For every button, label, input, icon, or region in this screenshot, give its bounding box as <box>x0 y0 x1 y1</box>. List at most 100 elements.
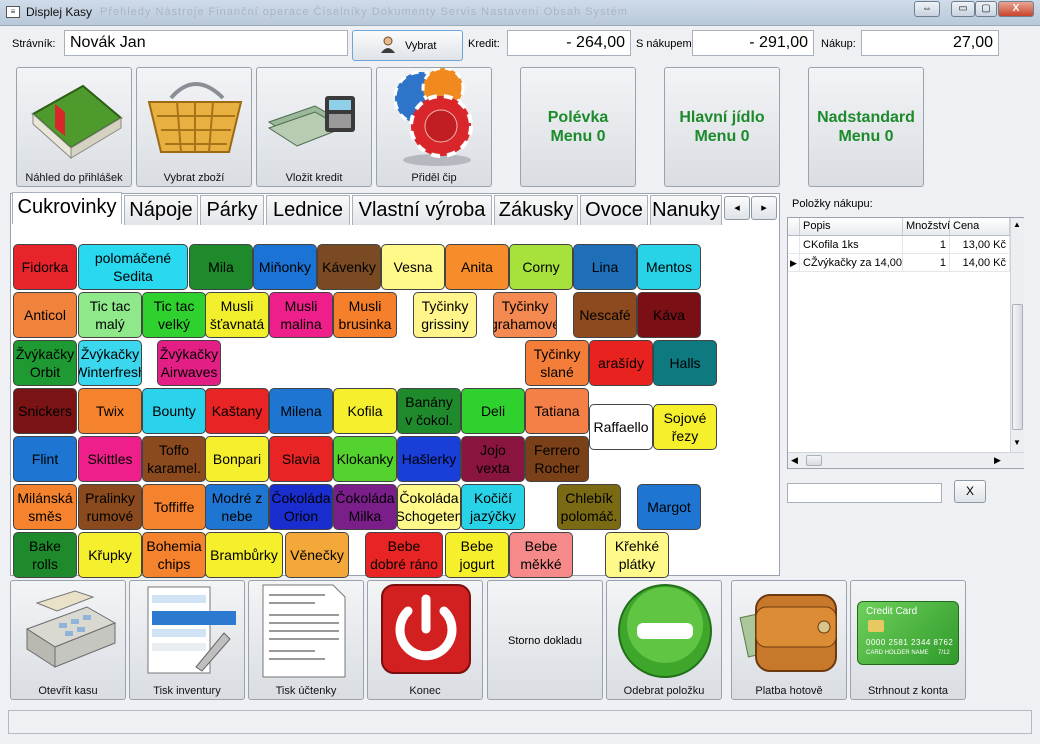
product-button[interactable]: Brambůrky <box>205 532 283 578</box>
item-cena[interactable]: 13,00 Kč <box>950 236 1010 254</box>
nahled-tile[interactable]: Náhled do přihlášek <box>16 67 132 187</box>
product-button[interactable]: Kávenky <box>317 244 381 290</box>
col-cena[interactable]: Cena <box>950 218 1010 236</box>
product-button[interactable]: Bebe jogurt <box>445 532 509 578</box>
product-button[interactable]: Klokanky <box>333 436 397 482</box>
scroll-up-icon[interactable]: ▲ <box>1013 220 1021 229</box>
product-button[interactable]: Vesna <box>381 244 445 290</box>
grid-hscrollbar[interactable]: ◀ ▶ <box>788 452 1024 468</box>
product-button[interactable]: Hašlerky <box>397 436 461 482</box>
product-button[interactable]: Bebe měkké <box>509 532 573 578</box>
product-button[interactable]: Tyčinky grahamové <box>493 292 557 338</box>
product-button[interactable]: Čokoláda Orion <box>269 484 333 530</box>
tab-vlastni-vyroba[interactable]: Vlastní výroba <box>352 195 492 225</box>
product-button[interactable]: Musli šťavnatá <box>205 292 269 338</box>
product-button[interactable]: Fidorka <box>13 244 77 290</box>
hscroll-thumb[interactable] <box>806 455 822 466</box>
strhnout-tile[interactable]: Credit Card 0000 2581 2344 8762 CARD HOL… <box>850 580 966 700</box>
product-button[interactable]: Milánská směs <box>13 484 77 530</box>
product-button[interactable]: Deli <box>461 388 525 434</box>
product-button[interactable]: Sojové řezy <box>653 404 717 450</box>
item-mnozstvi[interactable]: 1 <box>903 254 950 272</box>
product-button[interactable]: Toffiffe <box>142 484 206 530</box>
product-button[interactable]: Kaštany <box>205 388 269 434</box>
tisk-inventury-tile[interactable]: Tisk inventury <box>129 580 245 700</box>
product-button[interactable]: Snickers <box>13 388 77 434</box>
product-button[interactable]: Corny <box>509 244 573 290</box>
product-button[interactable]: Modré z nebe <box>205 484 269 530</box>
vlozit-kredit-tile[interactable]: Vložit kredit <box>256 67 372 187</box>
nadstandard-tile[interactable]: Nadstandard Menu 0 <box>808 67 924 187</box>
product-button[interactable]: Mentos <box>637 244 701 290</box>
product-button[interactable]: Margot <box>637 484 701 530</box>
storno-tile[interactable]: Storno dokladu <box>487 580 603 700</box>
product-button[interactable]: Čokoláda Milka <box>333 484 397 530</box>
product-button[interactable]: Věnečky <box>285 532 349 578</box>
tab-nanuky[interactable]: Nanuky <box>650 195 722 225</box>
product-button[interactable]: Bounty <box>142 388 206 434</box>
product-button[interactable]: Musli malina <box>269 292 333 338</box>
odebrat-tile[interactable]: Odebrat položku <box>606 580 722 700</box>
restore-icon[interactable]: ⇔ <box>914 1 940 17</box>
product-button[interactable]: Bebe dobré ráno <box>365 532 443 578</box>
maximize-button[interactable]: ▢ <box>975 1 997 17</box>
tab-parky[interactable]: Párky <box>200 195 264 225</box>
minimize-button[interactable]: ▭ <box>951 1 975 17</box>
konec-tile[interactable]: Konec <box>367 580 483 700</box>
product-button[interactable]: Tic tac malý <box>78 292 142 338</box>
vybrat-button[interactable]: Vybrat <box>352 30 463 61</box>
grid-vscrollbar[interactable]: ▲ ▼ <box>1010 218 1024 452</box>
clear-button[interactable]: X <box>954 480 986 503</box>
scroll-left-icon[interactable]: ◀ <box>791 455 798 466</box>
product-button[interactable]: Pralinky rumové <box>78 484 142 530</box>
col-popis[interactable]: Popis <box>800 218 903 236</box>
product-button[interactable]: Kočičí jazýčky <box>461 484 525 530</box>
product-button[interactable]: Žvýkačky Airwaves <box>157 340 221 386</box>
product-button[interactable]: Ferrero Rocher <box>525 436 589 482</box>
product-button[interactable]: Tatiana <box>525 388 589 434</box>
product-button[interactable]: Tic tac velký <box>142 292 206 338</box>
menu-bar-hint[interactable]: Přehledy Nástroje Finanční operace Čísel… <box>100 6 628 18</box>
scroll-down-icon[interactable]: ▼ <box>1013 438 1021 447</box>
row-marker[interactable] <box>788 236 800 254</box>
product-button[interactable]: Káva <box>637 292 701 338</box>
otevrit-kasu-tile[interactable]: Otevřít kasu <box>10 580 126 700</box>
hlavni-jidlo-tile[interactable]: Hlavní jídlo Menu 0 <box>664 67 780 187</box>
product-button[interactable]: Miňonky <box>253 244 317 290</box>
tisk-uctenky-tile[interactable]: Tisk účtenky <box>248 580 364 700</box>
product-button[interactable]: Jojo vexta <box>461 436 525 482</box>
product-button[interactable]: Musli brusinka <box>333 292 397 338</box>
close-button[interactable]: X <box>998 1 1034 17</box>
tab-scroll-left[interactable]: ◂ <box>724 196 750 220</box>
product-button[interactable]: Nescafé <box>573 292 637 338</box>
product-button[interactable]: Bonpari <box>205 436 269 482</box>
product-button[interactable]: Křupky <box>78 532 142 578</box>
tab-napoje[interactable]: Nápoje <box>124 195 198 225</box>
row-pointer-icon[interactable]: ▶ <box>788 254 800 272</box>
product-button[interactable]: Twix <box>78 388 142 434</box>
item-search-input[interactable] <box>787 483 942 503</box>
product-button[interactable]: Chlebík polomáč. <box>557 484 621 530</box>
product-button[interactable]: polomáčené Sedita <box>78 244 188 290</box>
product-button[interactable]: Mila <box>189 244 253 290</box>
scroll-right-icon[interactable]: ▶ <box>994 455 1001 466</box>
product-button[interactable]: Žvýkačky Orbit <box>13 340 77 386</box>
product-button[interactable]: Tyčinky grissiny <box>413 292 477 338</box>
product-button[interactable]: Toffo karamel. <box>142 436 206 482</box>
tab-ovoce[interactable]: Ovoce <box>580 195 648 225</box>
item-mnozstvi[interactable]: 1 <box>903 236 950 254</box>
pridel-cip-tile[interactable]: Přiděl čip <box>376 67 492 187</box>
stravnik-field[interactable]: Novák Jan <box>64 30 348 56</box>
product-button[interactable]: Lina <box>573 244 637 290</box>
product-button[interactable]: Žvýkačky Winterfresh <box>78 340 142 386</box>
product-button[interactable]: Slavia <box>269 436 333 482</box>
product-button[interactable]: Čokoláda Schogeten <box>397 484 461 530</box>
product-button[interactable]: Křehké plátky <box>605 532 669 578</box>
product-button[interactable]: Milena <box>269 388 333 434</box>
product-button[interactable]: Kofila <box>333 388 397 434</box>
polevka-menu-tile[interactable]: Polévka Menu 0 <box>520 67 636 187</box>
product-button[interactable]: Skittles <box>78 436 142 482</box>
product-button[interactable]: Tyčinky slané <box>525 340 589 386</box>
product-button[interactable]: Anita <box>445 244 509 290</box>
item-popis[interactable]: CŽvýkačky za 14,00 <box>800 254 903 272</box>
